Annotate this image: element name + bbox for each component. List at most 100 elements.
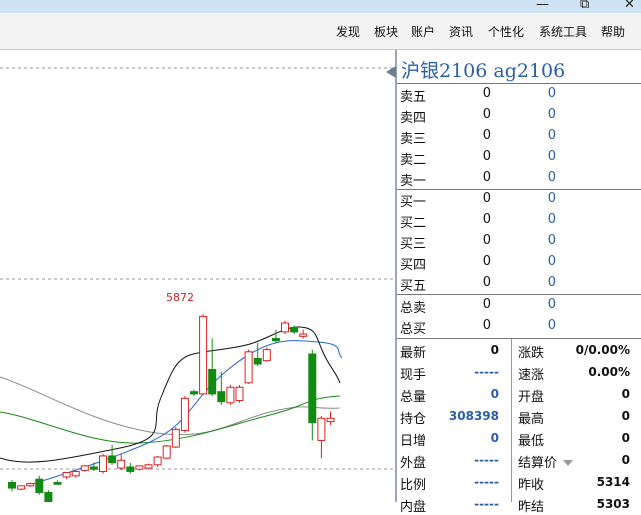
orderbook-volume: 0 [547, 149, 556, 164]
orderbook-label: 卖四 [400, 111, 427, 126]
stat-value: ----- [474, 365, 499, 379]
stat-label: 外盘 [400, 456, 427, 471]
stat-value: ----- [474, 475, 499, 489]
orderbook-volume: 0 [547, 233, 556, 248]
candle-body [62, 472, 71, 478]
divider [397, 338, 641, 339]
menu-discover[interactable]: 发现 [336, 23, 360, 40]
orderbook-label: 卖五 [400, 90, 427, 105]
candle-body [180, 397, 189, 431]
orderbook-label: 卖一 [400, 174, 427, 189]
stat-value: 0 [621, 387, 630, 401]
stat-value: 5314 [596, 475, 630, 489]
stat-value: 0 [621, 409, 630, 423]
orderbook-volume: 0 [547, 191, 556, 206]
candle-body [217, 391, 226, 403]
orderbook-price: 0 [482, 86, 491, 101]
orderbook-price: 0 [482, 170, 491, 185]
stat-label: 最高 [518, 412, 545, 427]
dropdown-arrow-icon[interactable] [560, 455, 573, 470]
minimize-icon[interactable]: — [536, 0, 549, 12]
candle-body [126, 466, 135, 472]
kline-chart[interactable]: 5872 [0, 50, 394, 502]
candle-body [281, 322, 289, 333]
divider [397, 83, 641, 84]
menu-news[interactable]: 资讯 [449, 23, 473, 40]
orderbook-price: 0 [482, 275, 491, 290]
stat-label: 涨跌 [518, 346, 545, 361]
candle-body [326, 417, 335, 423]
candle-body [35, 478, 44, 493]
orderbook-volume: 0 [547, 212, 556, 227]
collapse-triangle-icon[interactable] [386, 66, 396, 78]
candle-body [153, 456, 162, 466]
stat-label: 最低 [518, 434, 545, 449]
orderbook-volume: 0 [547, 107, 556, 122]
menu-sectors[interactable]: 板块 [374, 23, 398, 40]
close-icon[interactable]: ✕ [624, 0, 635, 12]
stat-label: 最新 [400, 346, 427, 361]
candle-body [271, 338, 280, 342]
menu-system-tools[interactable]: 系统工具 [539, 23, 587, 40]
window-titlebar: — ⧉ ✕ [0, 0, 641, 13]
orderbook-price: 0 [482, 254, 491, 269]
candle-body [308, 353, 317, 424]
menu-account[interactable]: 账户 [411, 23, 435, 40]
candle-body [226, 386, 235, 404]
orderbook-volume: 0 [547, 275, 556, 290]
orderbook-price: 0 [482, 128, 491, 143]
orderbook-volume: 0 [547, 170, 556, 185]
candle-body [262, 349, 271, 362]
candle-body [89, 466, 98, 470]
orderbook-price: 0 [482, 318, 491, 333]
menu-personalize[interactable]: 个性化 [488, 23, 524, 40]
candle-body [135, 465, 144, 470]
candle-body [171, 428, 180, 448]
divider [397, 189, 641, 190]
stat-value: 0 [490, 431, 499, 445]
candle-body [117, 459, 126, 469]
candle-body [190, 391, 198, 395]
candle-body [244, 351, 253, 384]
candle-body [144, 464, 153, 469]
peak-price-label: 5872 [166, 291, 194, 304]
orderbook-label: 卖二 [400, 153, 427, 168]
menu-bar: 发现 板块 账户 资讯 个性化 系统工具 帮助 [0, 13, 641, 50]
column-divider [511, 339, 512, 502]
orderbook-volume: 0 [547, 128, 556, 143]
orderbook-label: 总卖 [400, 301, 427, 316]
candle-body [71, 470, 80, 477]
candle-body [290, 326, 299, 333]
orderbook-label: 买四 [400, 258, 427, 273]
candle-body [299, 333, 308, 337]
stat-value: 0 [621, 453, 630, 467]
orderbook-label: 买三 [400, 237, 427, 252]
stat-label: 开盘 [518, 390, 545, 405]
stat-label: 结算价 [518, 456, 558, 471]
orderbook-volume: 0 [547, 318, 556, 333]
divider [397, 294, 641, 295]
stat-label: 日增 [400, 434, 427, 449]
stat-label: 速涨 [518, 368, 545, 383]
stat-value: ----- [474, 497, 499, 511]
stat-value: ----- [474, 453, 499, 467]
restore-icon[interactable]: ⧉ [580, 0, 589, 12]
candle-body [99, 455, 107, 472]
orderbook-price: 0 [482, 297, 491, 312]
candle-body [53, 482, 62, 485]
orderbook-label: 买一 [400, 195, 427, 210]
candlestick-group [8, 314, 335, 502]
stat-label: 昨收 [518, 478, 545, 493]
stat-value: 0/0.00% [575, 343, 630, 357]
kline-chart-area[interactable]: 5872 [0, 50, 394, 502]
candle-body [44, 491, 53, 502]
candle-body [108, 455, 117, 464]
stat-value: 0.00% [588, 365, 630, 379]
stat-value: 0 [621, 431, 630, 445]
orderbook-price: 0 [482, 212, 491, 227]
orderbook-price: 0 [482, 149, 491, 164]
orderbook-volume: 0 [547, 254, 556, 269]
menu-help[interactable]: 帮助 [601, 23, 625, 40]
candle-body [199, 315, 208, 395]
stat-label: 持仓 [400, 412, 427, 427]
